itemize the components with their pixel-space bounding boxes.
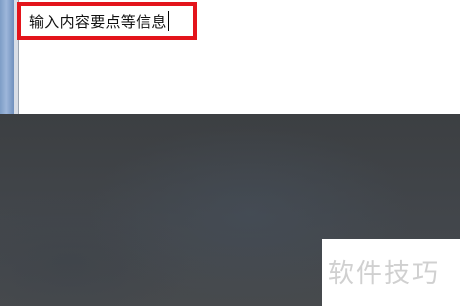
watermark-text: 软件技巧 [328, 259, 441, 289]
window-frame-border [0, 0, 14, 114]
red-highlight-box [17, 2, 197, 40]
watermark-panel: 软件技巧 [322, 239, 460, 306]
screenshot-stage: 输入内容要点等信息 软件技巧 [0, 0, 460, 306]
